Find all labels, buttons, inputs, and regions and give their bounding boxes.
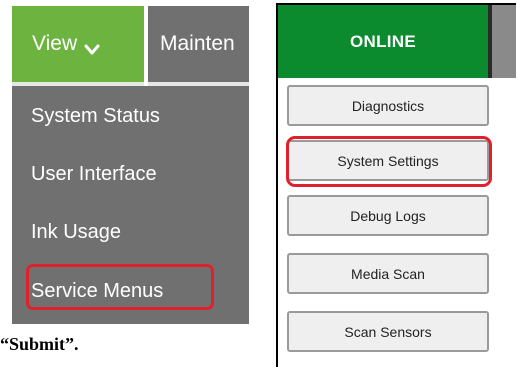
debug-logs-button[interactable]: Debug Logs — [287, 195, 489, 236]
diagnostics-button[interactable]: Diagnostics — [287, 85, 489, 126]
chevron-down-icon — [84, 38, 100, 55]
tab-online-label: ONLINE — [349, 31, 417, 51]
media-scan-button[interactable]: Media Scan — [287, 253, 489, 294]
online-button-stack: Diagnostics System Settings Debug Logs M… — [278, 78, 516, 367]
tab-online[interactable]: ONLINE — [278, 5, 488, 78]
view-menu-label: View — [32, 32, 78, 55]
menu-item-system-status[interactable]: System Status — [12, 94, 249, 138]
view-menu-list: System Status User Interface Ink Usage S… — [12, 86, 249, 324]
maintenance-menu-tab[interactable]: Mainten — [148, 6, 249, 82]
menu-item-label: Service Menus — [31, 279, 164, 302]
button-label: Diagnostics — [351, 97, 425, 114]
button-label: System Settings — [337, 152, 439, 169]
menu-item-user-interface[interactable]: User Interface — [12, 152, 249, 196]
view-dropdown-panel: View Mainten System Status User Interfac… — [12, 6, 249, 324]
system-settings-button[interactable]: System Settings — [287, 140, 489, 181]
view-menu-tab[interactable]: View — [12, 6, 144, 82]
menu-item-label: User Interface — [31, 162, 157, 185]
menu-item-service-menus[interactable]: Service Menus — [12, 269, 249, 313]
button-label: Media Scan — [351, 265, 425, 282]
button-label: Debug Logs — [350, 207, 426, 224]
menu-item-label: Ink Usage — [31, 220, 122, 243]
instruction-caption: “Submit”. — [0, 334, 79, 354]
tab-next[interactable] — [492, 5, 516, 78]
menu-item-ink-usage[interactable]: Ink Usage — [12, 210, 249, 254]
menu-bar: View Mainten — [12, 6, 249, 86]
scan-sensors-button[interactable]: Scan Sensors — [287, 311, 489, 352]
menu-item-label: System Status — [31, 104, 160, 127]
online-panel: ONLINE Diagnostics System Settings Debug… — [276, 3, 516, 367]
button-label: Scan Sensors — [344, 323, 432, 340]
maintenance-menu-label: Mainten — [160, 32, 235, 55]
